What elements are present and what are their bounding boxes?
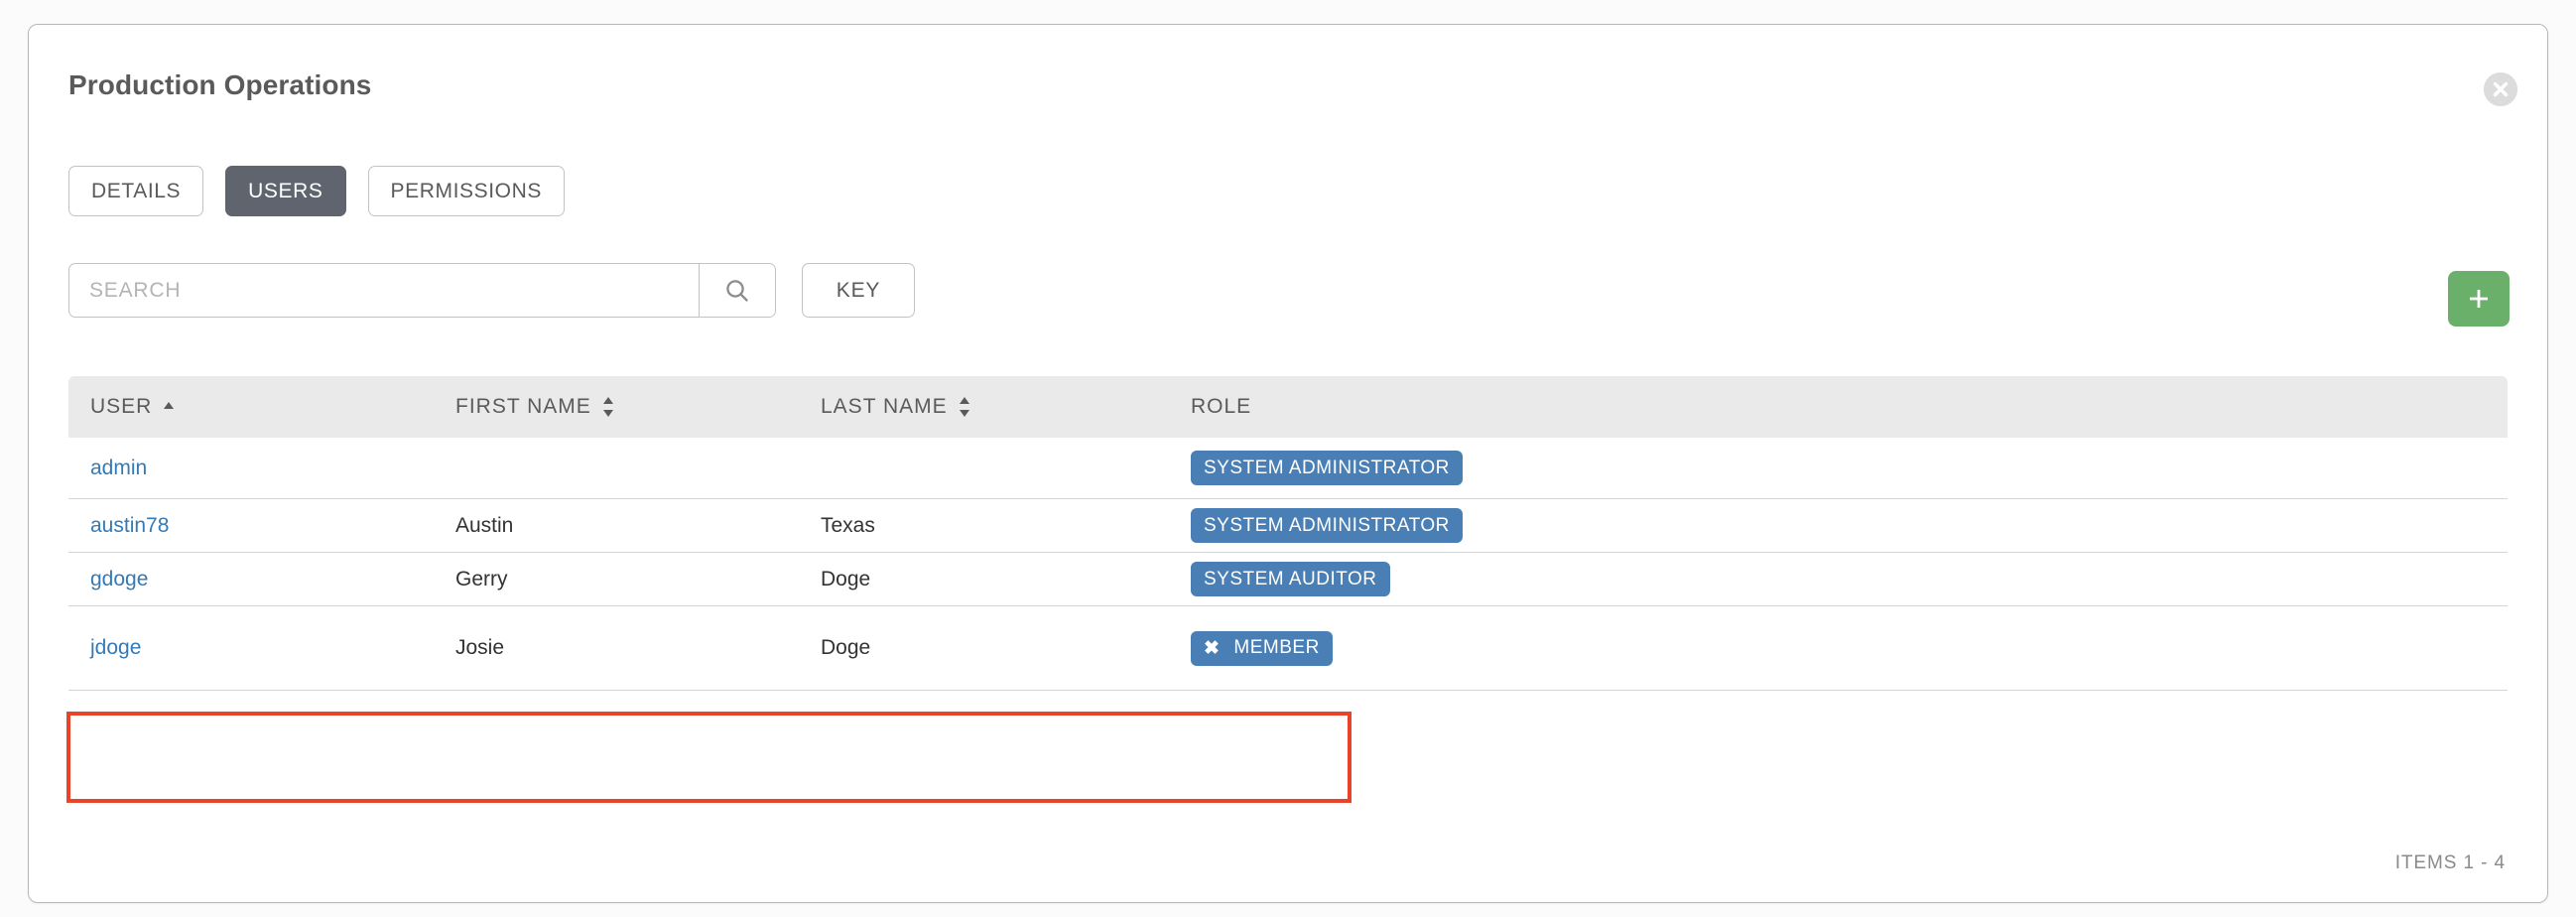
- column-header-first-name[interactable]: FIRST NAME: [455, 395, 821, 419]
- add-user-button[interactable]: [2448, 271, 2510, 327]
- tab-details[interactable]: DETAILS: [68, 166, 204, 216]
- status-badge-label: MEMBER: [1233, 637, 1320, 658]
- search-input[interactable]: [69, 264, 699, 317]
- cell-last-name: Texas: [821, 513, 875, 537]
- tab-bar: DETAILS USERS PERMISSIONS: [68, 166, 565, 216]
- cell-user: admin: [68, 457, 455, 480]
- table-row[interactable]: jdoge Josie Doge ✖ MEMBER: [68, 606, 2508, 691]
- cell-last-name: Doge: [821, 636, 871, 659]
- table-header-row: USER FIRST NAME LAST NAME ROLE: [68, 376, 2508, 438]
- column-header-user[interactable]: USER: [68, 395, 455, 419]
- cell-user: gdoge: [68, 568, 455, 591]
- user-list-card: Production Operations DETAILS USERS PERM…: [28, 24, 2548, 903]
- cell-role: ✖ MEMBER: [1191, 630, 2508, 666]
- users-table: USER FIRST NAME LAST NAME ROLE admin SYS…: [68, 376, 2508, 691]
- close-circle-glyph: [2484, 72, 2517, 106]
- table-row[interactable]: admin SYSTEM ADMINISTRATOR: [68, 438, 2508, 499]
- plus-icon: [2470, 290, 2488, 308]
- column-header-role-label: ROLE: [1191, 395, 1252, 418]
- cell-first-name: Josie: [455, 636, 505, 659]
- user-link[interactable]: admin: [90, 457, 147, 480]
- table-row[interactable]: austin78 Austin Texas SYSTEM ADMINISTRAT…: [68, 499, 2508, 553]
- items-count: ITEMS 1 - 4: [2394, 852, 2506, 873]
- status-badge-label: SYSTEM ADMINISTRATOR: [1204, 457, 1450, 478]
- user-link[interactable]: jdoge: [90, 636, 141, 660]
- column-header-first-name-label: FIRST NAME: [455, 395, 591, 418]
- tab-users[interactable]: USERS: [225, 166, 346, 216]
- sort-both-icon: [959, 397, 969, 417]
- search-icon[interactable]: [699, 264, 775, 317]
- close-icon[interactable]: [2484, 72, 2517, 106]
- status-badge[interactable]: SYSTEM ADMINISTRATOR: [1191, 508, 1463, 543]
- column-header-last-name-label: LAST NAME: [821, 395, 948, 418]
- column-header-last-name[interactable]: LAST NAME: [821, 395, 1191, 419]
- user-link[interactable]: gdoge: [90, 568, 148, 591]
- cell-role: SYSTEM ADMINISTRATOR: [1191, 451, 2508, 485]
- key-button[interactable]: KEY: [802, 263, 915, 318]
- status-badge-label: SYSTEM ADMINISTRATOR: [1204, 514, 1450, 536]
- status-badge[interactable]: SYSTEM ADMINISTRATOR: [1191, 451, 1463, 485]
- status-badge-label: SYSTEM AUDITOR: [1204, 568, 1377, 590]
- status-badge[interactable]: SYSTEM AUDITOR: [1191, 562, 1390, 596]
- cell-user: austin78: [68, 514, 455, 538]
- cell-role: SYSTEM ADMINISTRATOR: [1191, 508, 2508, 543]
- cell-first-name: Austin: [455, 513, 514, 537]
- sort-both-icon: [602, 397, 613, 417]
- search-group: [68, 263, 776, 318]
- tab-permissions[interactable]: PERMISSIONS: [367, 166, 565, 216]
- toolbar: KEY: [68, 263, 915, 318]
- cell-last-name: Doge: [821, 567, 871, 590]
- user-link[interactable]: austin78: [90, 514, 169, 538]
- table-row[interactable]: gdoge Gerry Doge SYSTEM AUDITOR: [68, 553, 2508, 606]
- magnifier-glyph: [726, 279, 748, 302]
- page-title: Production Operations: [68, 69, 372, 100]
- cell-role: SYSTEM AUDITOR: [1191, 562, 2508, 596]
- cell-user: jdoge: [68, 636, 455, 660]
- sort-ascending-icon: [164, 402, 175, 409]
- status-badge-removable[interactable]: ✖ MEMBER: [1191, 630, 1333, 666]
- remove-x-icon[interactable]: ✖: [1204, 639, 1220, 658]
- column-header-role: ROLE: [1191, 395, 2508, 419]
- highlight-annotation: [66, 712, 1352, 803]
- column-header-user-label: USER: [90, 395, 153, 418]
- cell-first-name: Gerry: [455, 567, 508, 590]
